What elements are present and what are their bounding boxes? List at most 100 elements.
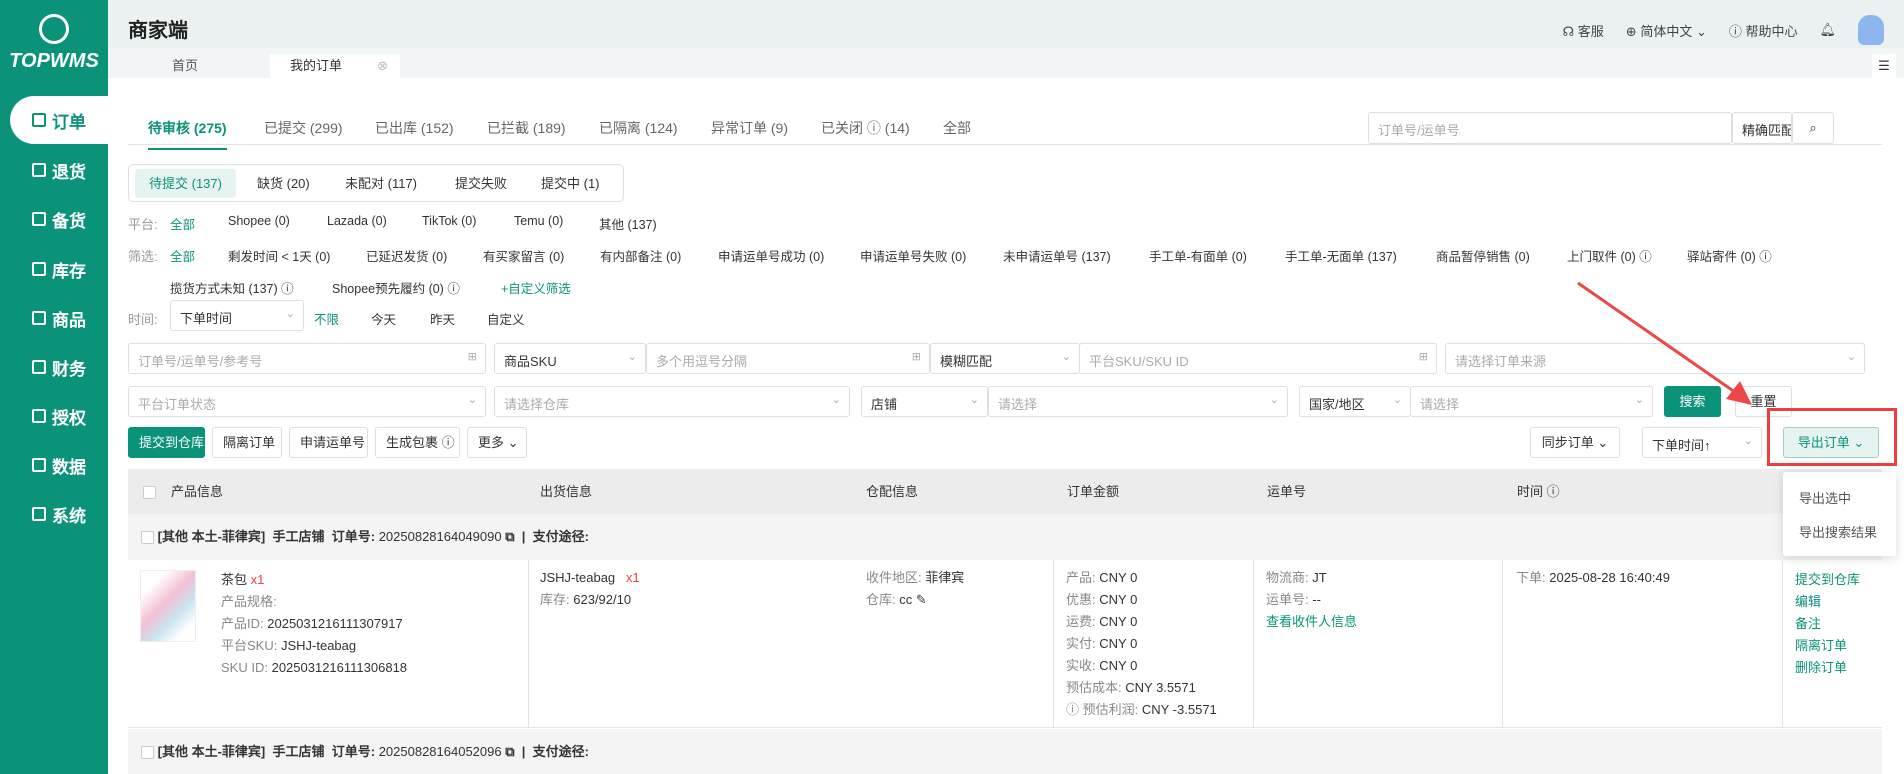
sidebar-item-orders[interactable]: 订单 [10,96,108,144]
sub-tab-to-submit[interactable]: 待提交 (137) [135,169,236,198]
filter-all[interactable]: 全部 [170,246,195,265]
status-tab-all[interactable]: 全部 [943,118,971,138]
chevron-down-icon: ⌄ [627,351,637,363]
submit-to-warehouse-button[interactable]: 提交到仓库 [128,427,205,458]
sidebar-item-stocking[interactable]: 备货 [10,195,108,243]
sidebar-item-auth[interactable]: 授权 [10,392,108,440]
isolate-order-button[interactable]: 隔离订单 [212,427,282,458]
platform-tiktok[interactable]: TikTok (0) [422,214,476,228]
match-mode-select[interactable]: 精确匹配 ⌄ [1732,112,1792,144]
sidebar-item-data[interactable]: 数据 [10,441,108,489]
sku-type-select[interactable]: 商品SKU ⌄ [494,343,646,374]
more-button[interactable]: 更多 ⌄ [467,427,527,458]
filter-item[interactable]: 手工单-无面单 (137) [1285,246,1397,265]
fuzzy-match-select[interactable]: 模糊匹配 ⌄ [930,343,1080,374]
sort-select[interactable]: 下单时间↑ ⌄ [1642,427,1762,458]
filter-item[interactable]: 有内部备注 (0) [600,246,681,265]
edit-link[interactable]: 编辑 [1795,591,1860,613]
copy-icon[interactable]: ⧉ [505,529,514,544]
sidebar-item-returns[interactable]: 退货 [10,146,108,194]
quick-search-input[interactable]: 订单号/运单号 [1368,112,1732,144]
platform-other[interactable]: 其他 (137) [599,214,657,233]
shop-type-select[interactable]: 店铺 ⌄ [861,386,988,417]
sidebar-item-inventory[interactable]: 库存 [10,245,108,293]
custom-filter-link[interactable]: +自定义筛选 [501,278,571,297]
view-recipient-link[interactable]: 查看收件人信息 [1266,611,1357,633]
time-type-select[interactable]: 下单时间 ⌄ [170,300,304,331]
edit-icon[interactable]: ✎ [916,592,927,607]
export-selected-option[interactable]: 导出选中 [1799,488,1851,507]
order-checkbox[interactable] [141,746,154,760]
tab-home[interactable]: 首页 [128,54,242,78]
customer-service-link[interactable]: ☊ 客服 [1563,21,1604,40]
sub-tab-failed[interactable]: 提交失败 [441,169,521,198]
filter-item[interactable]: 剩发时间 < 1天 (0) [228,246,330,265]
isolate-link[interactable]: 隔离订单 [1795,635,1860,657]
sku-input[interactable]: 多个用逗号分隔 ⊞ [646,343,930,374]
country-type-select[interactable]: 国家/地区 ⌄ [1299,386,1411,417]
filter-item[interactable]: 手工单-有面单 (0) [1149,246,1247,265]
filter-item[interactable]: 申请运单号成功 (0) [718,246,824,265]
batch-input-icon[interactable]: ⊞ [1419,350,1428,363]
platform-status-select[interactable]: 平台订单状态 ⌄ [128,386,486,417]
status-tab-isolated[interactable]: 已隔离 (124) [599,118,678,138]
shop-select[interactable]: 请选择 ⌄ [988,386,1288,417]
platform-lazada[interactable]: Lazada (0) [327,214,387,228]
generate-package-button[interactable]: 生成包裹 ⓘ [375,427,460,458]
status-tab-closed[interactable]: 已关闭 ⓘ (14) [821,118,910,138]
filter-item[interactable]: 申请运单号失败 (0) [860,246,966,265]
filter-item[interactable]: 上门取件 (0) ⓘ [1567,246,1652,265]
batch-input-icon[interactable]: ⊞ [912,350,921,363]
time-yesterday[interactable]: 昨天 [430,309,455,328]
sidebar-item-system[interactable]: 系统 [10,490,108,538]
platform-sku-input[interactable]: 平台SKU/SKU ID ⊞ [1079,343,1437,374]
status-tab-pending[interactable]: 待审核 (275) [148,118,227,150]
filter-item[interactable]: 商品暂停销售 (0) [1436,246,1530,265]
avatar[interactable] [1858,15,1884,45]
help-center-link[interactable]: ⓘ 帮助中心 [1729,21,1798,40]
export-search-results-option[interactable]: 导出搜索结果 [1799,522,1877,541]
product-image[interactable] [140,570,196,642]
menu-icon[interactable]: ☰ [1872,54,1896,78]
status-tab-intercepted[interactable]: 已拦截 (189) [487,118,566,138]
time-unlimited[interactable]: 不限 [314,309,339,328]
sidebar-item-products[interactable]: 商品 [10,294,108,342]
note-link[interactable]: 备注 [1795,613,1860,635]
submit-link[interactable]: 提交到仓库 [1795,569,1860,591]
batch-input-icon[interactable]: ⊞ [468,350,477,363]
language-select[interactable]: ⊕ 简体中文 ⌄ [1626,21,1707,40]
sync-orders-button[interactable]: 同步订单 ⌄ [1530,427,1620,458]
status-tab-shipped[interactable]: 已出库 (152) [375,118,454,138]
bell-icon[interactable]: 🔔︎ [1819,22,1836,38]
sub-tab-submitting[interactable]: 提交中 (1) [527,169,614,198]
help-icon[interactable]: ⓘ [1547,484,1560,499]
platform-temu[interactable]: Temu (0) [514,214,563,228]
status-tab-abnormal[interactable]: 异常订单 (9) [711,118,788,138]
delete-link[interactable]: 删除订单 [1795,657,1860,679]
order-number-input[interactable]: 订单号/运单号/参考号 ⊞ [128,343,486,374]
platform-all[interactable]: 全部 [170,214,195,233]
filter-item[interactable]: 未申请运单号 (137) [1003,246,1111,265]
close-icon[interactable]: ⊗ [377,54,388,78]
apply-waybill-button[interactable]: 申请运单号 [289,427,368,458]
filter-item[interactable]: Shopee预先履约 (0) ⓘ [332,278,460,297]
time-custom[interactable]: 自定义 [487,309,525,328]
sub-tab-unpaired[interactable]: 未配对 (117) [331,169,431,198]
tab-my-orders[interactable]: 我的订单 ⊗ [270,54,400,78]
gear-icon [32,507,46,521]
chevron-down-icon: ⌄ [285,308,295,320]
search-icon[interactable]: ⌕ [1792,112,1834,144]
sub-tab-out-of-stock[interactable]: 缺货 (20) [243,169,324,198]
filter-item[interactable]: 有买家留言 (0) [483,246,564,265]
filter-item[interactable]: 驿站寄件 (0) ⓘ [1687,246,1772,265]
sidebar-item-finance[interactable]: 财务 [10,343,108,391]
order-checkbox[interactable] [141,531,154,545]
warehouse-select[interactable]: 请选择仓库 ⌄ [494,386,850,417]
select-all-checkbox[interactable] [143,469,156,514]
filter-item[interactable]: 已延迟发货 (0) [366,246,447,265]
filter-item[interactable]: 揽货方式未知 (137) ⓘ [170,278,294,297]
copy-icon[interactable]: ⧉ [505,744,514,759]
time-today[interactable]: 今天 [371,309,396,328]
platform-shopee[interactable]: Shopee (0) [228,214,290,228]
status-tab-submitted[interactable]: 已提交 (299) [264,118,343,138]
